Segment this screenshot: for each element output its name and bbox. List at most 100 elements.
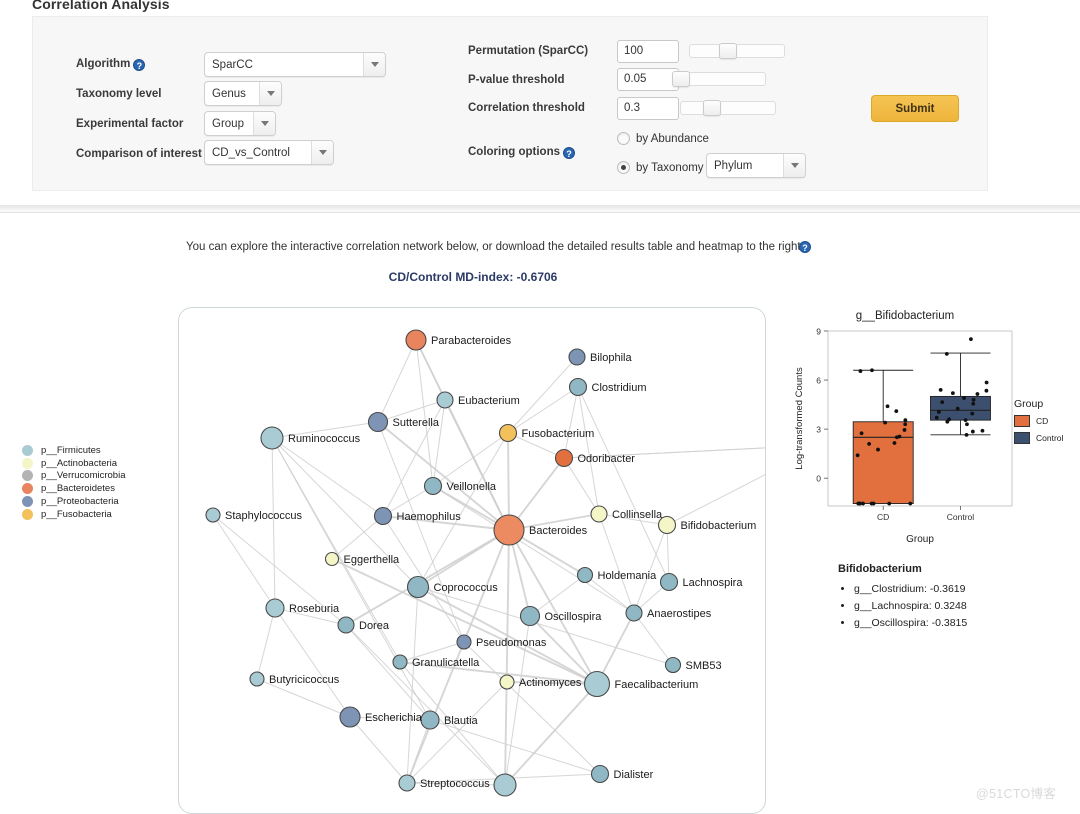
network-node[interactable] [398,774,416,792]
network-node[interactable] [249,671,265,687]
phylum-legend-item: p__Firmicutes [22,444,126,457]
data-point [869,501,874,506]
network-node[interactable] [406,575,430,599]
slider-pvalue-threshold[interactable] [672,71,766,87]
network-node[interactable] [590,505,608,523]
network-node[interactable] [436,391,454,409]
slider-knob[interactable] [672,71,690,87]
network-node[interactable] [493,514,525,546]
select-algorithm[interactable]: SparCC [204,52,386,77]
network-node-label: Pseudomonas [476,637,547,649]
data-point [894,435,899,440]
data-point [892,441,897,445]
radio-by-abundance[interactable]: by Abundance [617,132,709,145]
network-node[interactable] [519,605,541,627]
network-graph-svg[interactable] [179,308,766,814]
network-node[interactable] [337,616,355,634]
radio-circle[interactable] [617,132,630,145]
help-icon-coloring[interactable]: ? [562,147,575,159]
slider-correlation-threshold[interactable] [680,100,776,116]
select-taxonomy-level-value: Genus [212,87,246,100]
network-node-label: Escherichia [365,712,422,724]
network-node[interactable] [373,506,393,526]
input-correlation-threshold[interactable]: 0.3 [617,97,679,120]
select-comparison-of-interest[interactable]: CD_vs_Control [204,140,334,165]
input-permutation[interactable]: 100 [617,40,679,63]
y-tick-label: 3 [816,425,821,435]
network-node[interactable] [324,551,340,567]
chevron-down-icon[interactable] [363,53,385,76]
data-point [984,388,989,393]
radio-circle-selected[interactable] [617,161,630,174]
boxplot-legend: Group CD Control [1014,398,1063,449]
network-node[interactable] [392,654,408,670]
slider-permutation[interactable] [689,43,785,59]
network-node[interactable] [625,604,643,622]
md-index-value: CD/Control MD-index: -0.6706 [388,270,558,284]
network-node[interactable] [423,476,443,496]
label-comparison-of-interest: Comparison of interest [76,148,202,160]
network-edge [212,514,276,609]
slider-knob[interactable] [703,100,721,116]
label-permutation: Permutation (SparCC) [468,45,589,57]
correlation-item: g__Clostridium: -0.3619 [854,581,1068,598]
data-point [885,404,890,409]
network-node[interactable] [664,656,682,674]
chevron-down-icon[interactable] [253,112,275,135]
data-point [861,501,865,506]
correlation-list-title: Bifidobacterium [838,563,922,575]
network-node-label: Odoribacter [577,453,635,465]
network-node[interactable] [554,448,574,468]
network-node[interactable] [456,634,472,650]
data-point [944,351,949,356]
network-node[interactable] [583,670,611,698]
network-node[interactable] [568,348,586,366]
chevron-down-icon[interactable] [783,154,805,177]
label-algorithm: Algorithm? [76,58,146,71]
network-edge [345,624,431,721]
network-edge [345,624,506,786]
network-node[interactable] [265,598,285,618]
data-point [867,441,872,446]
network-node[interactable] [260,426,284,450]
data-point [859,431,864,436]
network-node-label: Collinsella [612,509,663,521]
network-node[interactable] [405,329,427,351]
network-node[interactable] [499,674,515,690]
network-node[interactable] [420,710,440,730]
network-node[interactable] [576,566,594,584]
help-icon-algorithm[interactable]: ? [133,59,146,71]
data-point [984,380,989,385]
data-point [934,415,939,420]
network-node[interactable] [568,377,588,397]
network-node-label: Ruminococcus [288,433,361,445]
network-node-label: Butyricicoccus [269,674,340,686]
network-node[interactable] [205,507,221,523]
network-node-label: Roseburia [289,603,340,615]
radio-by-taxonomy[interactable]: by Taxonomy [617,161,704,174]
network-node-label: Granulicatella [412,657,480,669]
select-experimental-factor[interactable]: Group [204,111,276,136]
slider-knob[interactable] [719,43,737,59]
chevron-down-icon[interactable] [311,141,333,164]
select-taxonomy-level[interactable]: Genus [204,81,282,106]
network-node-label: Streptococcus [420,778,490,790]
network-node[interactable] [339,706,361,728]
correlation-item: g__Oscillospira: -0.3815 [854,615,1068,632]
network-node[interactable] [367,411,389,433]
correlation-network-panel[interactable]: Parabacteroides Bilophila Clostridium Eubac… [178,307,766,814]
input-pvalue-threshold[interactable]: 0.05 [617,68,679,91]
network-node[interactable] [659,572,679,592]
phylum-legend-label: p__Actinobacteria [41,457,118,469]
network-node-label: Eggerthella [343,554,400,566]
x-tick-label: Control [947,512,975,522]
chevron-down-icon[interactable] [259,82,281,105]
network-node[interactable] [498,423,518,443]
help-icon-explore[interactable]: ? [799,241,811,253]
network-node[interactable] [493,773,517,797]
select-taxonomy-coloring-level[interactable]: Phylum [706,153,806,178]
data-point [883,420,888,425]
network-edge [271,437,384,517]
submit-button[interactable]: Submit [871,95,959,122]
network-node[interactable] [590,764,610,784]
